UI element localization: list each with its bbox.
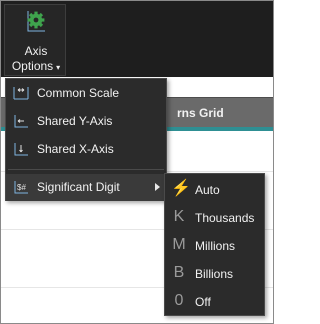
shared-x-axis-icon: [14, 143, 28, 156]
submenu-item-label: Thousands: [195, 211, 255, 225]
axis-options-label-text: Options: [11, 59, 54, 73]
submenu-item-label: Billions: [195, 267, 234, 281]
svg-text:$#: $#: [17, 183, 26, 192]
millions-icon: M: [172, 236, 186, 253]
thousands-icon: K: [173, 208, 185, 225]
submenu-item-label: Auto: [195, 183, 220, 197]
shared-y-axis-icon: [14, 115, 28, 128]
submenu-item-thousands[interactable]: K Thousands: [165, 203, 264, 231]
menu-item-label: Common Scale: [37, 86, 120, 100]
menu-item-label: Shared X-Axis: [37, 142, 114, 156]
grid-tab-label: rns Grid: [177, 106, 224, 120]
off-icon: 0: [174, 292, 184, 309]
common-scale-icon: [13, 87, 29, 100]
chevron-down-icon: ▾: [56, 63, 61, 72]
menu-item-shared-x-axis[interactable]: Shared X-Axis: [6, 136, 166, 163]
chevron-right-icon: [155, 183, 160, 191]
menu-item-label: Shared Y-Axis: [37, 114, 113, 128]
menu-item-common-scale[interactable]: Common Scale: [6, 80, 166, 107]
submenu-item-millions[interactable]: M Millions: [165, 231, 264, 259]
ribbon-toolbar: Axis Options ▾: [1, 1, 273, 77]
submenu-item-off[interactable]: 0 Off: [165, 287, 264, 315]
axis-options-button[interactable]: Axis Options ▾: [4, 4, 66, 76]
submenu-item-label: Off: [195, 295, 211, 309]
menu-item-label: Significant Digit: [37, 180, 120, 194]
billions-icon: B: [173, 264, 185, 281]
axis-options-menu: Common Scale Shared Y-Axis Shared X-Axis…: [5, 78, 167, 201]
submenu-item-billions[interactable]: B Billions: [165, 259, 264, 287]
menu-separator: [8, 169, 164, 170]
axis-options-label-line1: Axis: [24, 44, 48, 58]
menu-item-significant-digit[interactable]: $# Significant Digit: [6, 174, 166, 201]
lightning-icon: ⚡: [171, 180, 191, 197]
axis-options-label-line2: Options ▾: [5, 59, 67, 75]
significant-digit-icon: $#: [14, 181, 28, 194]
gear-icon: [27, 11, 45, 32]
menu-item-shared-y-axis[interactable]: Shared Y-Axis: [6, 108, 166, 135]
significant-digit-submenu: ⚡ Auto K Thousands M Millions B Billions…: [164, 173, 265, 316]
window-frame: Axis Options ▾ rns Grid Common Scale Shar…: [0, 0, 274, 324]
submenu-item-label: Millions: [195, 239, 236, 253]
submenu-item-auto[interactable]: ⚡ Auto: [165, 175, 264, 203]
